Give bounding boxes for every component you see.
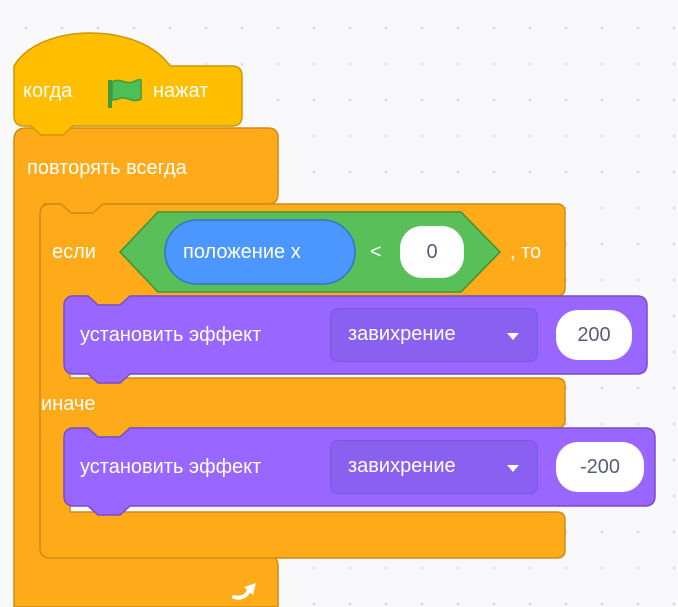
set-effect-label-1: установить эффект [80,324,262,346]
effect-value-field-2[interactable]: -200 [556,442,644,492]
then-label: , то [510,241,542,263]
loop-arrow-icon [232,583,256,600]
effect-dropdown-2[interactable]: завихрение [330,440,538,494]
effect-value-1: 200 [577,324,611,346]
else-label: иначе [41,393,96,415]
effect-value-field-1[interactable]: 200 [556,310,632,360]
effect-dropdown-value-1: завихрение [348,323,456,345]
operator-symbol: < [370,241,382,263]
forever-label: повторять всегда [27,157,187,179]
hat-suffix-label: нажат [153,80,209,102]
effect-dropdown-value-2: завихрение [348,455,456,477]
chevron-down-icon [507,333,519,340]
chevron-down-icon [507,465,519,472]
comparison-value: 0 [426,241,438,263]
comparison-value-field[interactable]: 0 [400,226,464,278]
effect-dropdown-1[interactable]: завихрение [330,308,538,362]
reporter-label: положение x [183,241,301,263]
set-effect-label-2: установить эффект [80,456,262,478]
hat-prefix-label: когда [23,80,73,102]
effect-value-2: -200 [579,456,621,478]
if-label: если [52,241,96,263]
